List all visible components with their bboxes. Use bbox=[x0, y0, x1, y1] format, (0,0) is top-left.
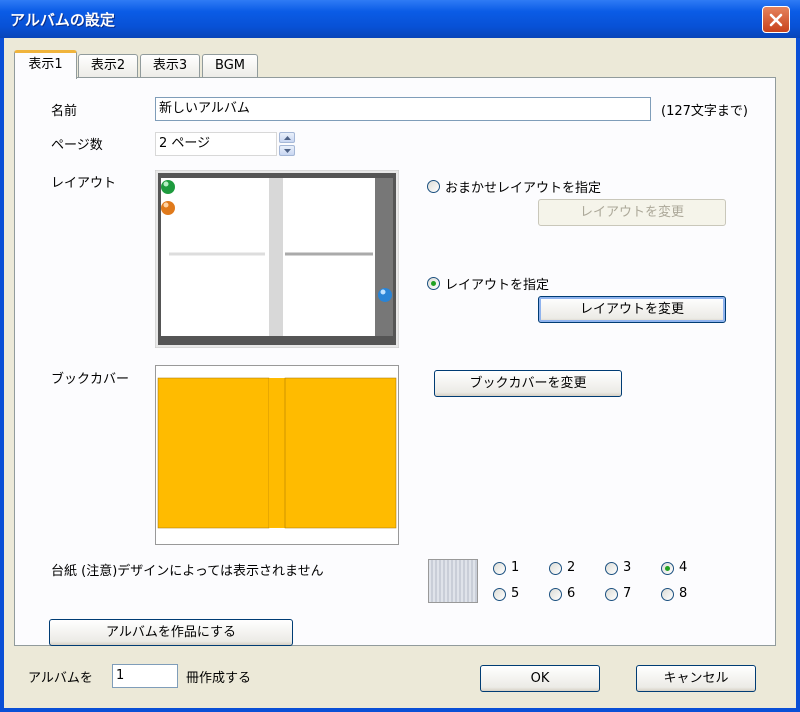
footer-suffix-label: 冊作成する bbox=[186, 671, 252, 686]
mount-option-label[interactable]: 4 bbox=[679, 560, 687, 575]
auto-layout-change-button[interactable]: レイアウトを変更 bbox=[538, 199, 726, 226]
page-count-input[interactable]: 2 ページ bbox=[155, 132, 277, 156]
mount-option-label[interactable]: 5 bbox=[511, 586, 519, 601]
window-title: アルバムの設定 bbox=[10, 11, 115, 29]
tab-display2[interactable]: 表示2 bbox=[78, 54, 138, 78]
mount-label: 台紙 (注意)デザインによっては表示されません bbox=[51, 564, 324, 579]
auto-layout-radio[interactable] bbox=[427, 180, 440, 193]
album-settings-dialog: アルバムの設定 表示1 表示2 表示3 BGM 名前 新しいアルバム (127文… bbox=[0, 0, 800, 712]
arrow-down-icon bbox=[284, 149, 291, 153]
mount-option-radio[interactable] bbox=[493, 588, 506, 601]
album-name-input[interactable]: 新しいアルバム bbox=[155, 97, 651, 121]
mount-option-radio[interactable] bbox=[549, 562, 562, 575]
close-button[interactable] bbox=[762, 6, 790, 33]
layout-preview bbox=[154, 169, 400, 349]
layout-label: レイアウト bbox=[51, 176, 117, 191]
mount-option-label[interactable]: 2 bbox=[567, 560, 575, 575]
mount-option-label[interactable]: 1 bbox=[511, 560, 519, 575]
auto-layout-label[interactable]: おまかせレイアウトを指定 bbox=[445, 177, 601, 196]
title-bar[interactable]: アルバムの設定 bbox=[0, 0, 800, 38]
ok-button[interactable]: OK bbox=[480, 665, 600, 692]
tab-bgm[interactable]: BGM bbox=[202, 54, 258, 78]
pages-label: ページ数 bbox=[51, 138, 103, 153]
make-album-work-button[interactable]: アルバムを作品にする bbox=[49, 619, 293, 646]
mount-option-label[interactable]: 7 bbox=[623, 586, 631, 601]
tab-panel: 名前 新しいアルバム (127文字まで) ページ数 2 ページ レイアウト おま… bbox=[14, 77, 776, 646]
spin-up-button[interactable] bbox=[279, 132, 295, 143]
name-length-hint: (127文字まで) bbox=[661, 104, 748, 119]
manual-layout-change-button[interactable]: レイアウトを変更 bbox=[538, 296, 726, 323]
mount-option-radio[interactable] bbox=[661, 562, 674, 575]
page-count-spinner[interactable] bbox=[279, 132, 295, 156]
manual-layout-label[interactable]: レイアウトを指定 bbox=[445, 274, 549, 293]
mount-option-radio[interactable] bbox=[493, 562, 506, 575]
name-label: 名前 bbox=[51, 104, 78, 119]
tab-display3[interactable]: 表示3 bbox=[140, 54, 200, 78]
copy-count-input[interactable]: 1 bbox=[112, 664, 178, 688]
dialog-client-area: 表示1 表示2 表示3 BGM 名前 新しいアルバム (127文字まで) ページ… bbox=[4, 38, 796, 708]
mount-option-radio[interactable] bbox=[549, 588, 562, 601]
cancel-button[interactable]: キャンセル bbox=[636, 665, 756, 692]
book-cover-preview bbox=[155, 365, 399, 545]
tab-display1[interactable]: 表示1 bbox=[14, 50, 77, 79]
manual-layout-radio[interactable] bbox=[427, 277, 440, 290]
mount-option-label[interactable]: 3 bbox=[623, 560, 631, 575]
footer-prefix-label: アルバムを bbox=[28, 671, 93, 686]
spin-down-button[interactable] bbox=[279, 145, 295, 156]
mount-option-radio[interactable] bbox=[661, 588, 674, 601]
change-book-cover-button[interactable]: ブックカバーを変更 bbox=[434, 370, 622, 397]
mount-option-label[interactable]: 6 bbox=[567, 586, 575, 601]
close-icon bbox=[769, 13, 783, 27]
mount-option-radio[interactable] bbox=[605, 562, 618, 575]
mount-preview bbox=[428, 559, 478, 603]
mount-option-radio[interactable] bbox=[605, 588, 618, 601]
book-cover-label: ブックカバー bbox=[51, 372, 130, 387]
arrow-up-icon bbox=[284, 136, 291, 140]
mount-option-label[interactable]: 8 bbox=[679, 586, 687, 601]
